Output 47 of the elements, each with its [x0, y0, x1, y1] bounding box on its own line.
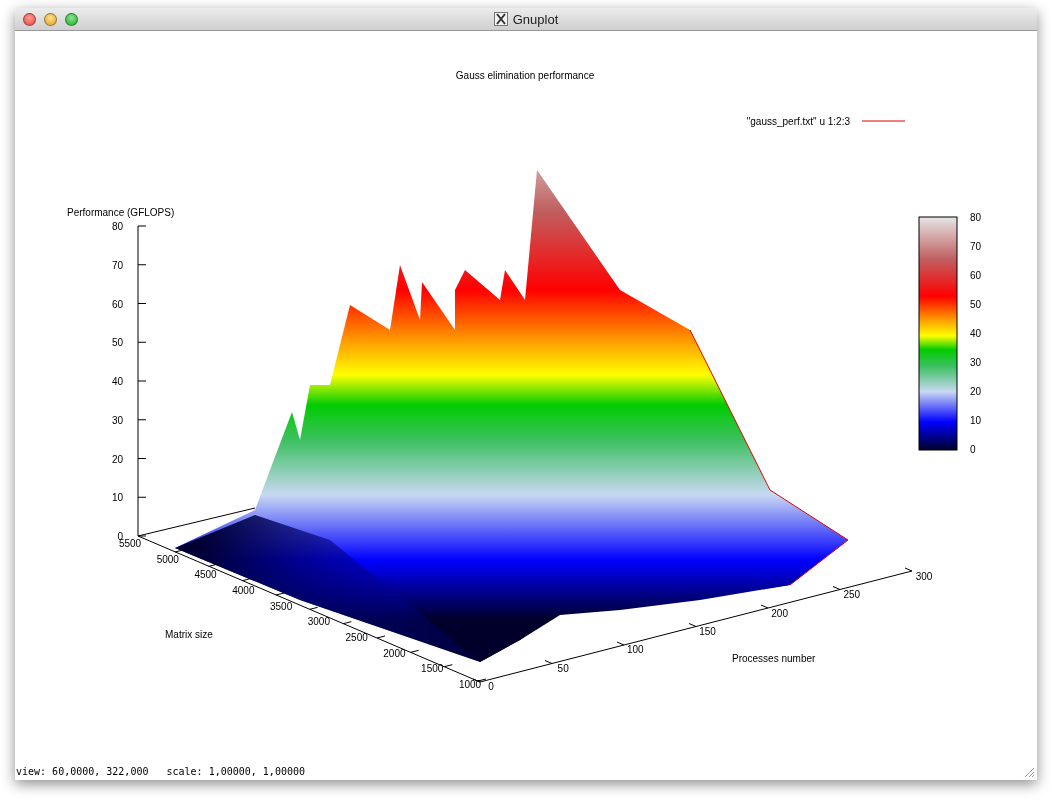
axis-tick-label: 0	[488, 681, 494, 692]
axis-tick-label: 5500	[118, 538, 142, 549]
axis-tick-label: 30	[111, 414, 123, 426]
minimize-button[interactable]	[44, 12, 57, 26]
legend-label: "gauss_perf.txt" u 1:2:3	[746, 116, 850, 127]
axis-tick-label: 3000	[307, 616, 330, 628]
axis-tick-label: 30	[970, 357, 982, 368]
axis-tick-label: 80	[970, 212, 982, 223]
axis-tick-label: 40	[970, 328, 982, 339]
axis-tick-label: 10	[970, 415, 982, 426]
axis-tick-label: 80	[111, 221, 123, 232]
axis-tick-label: 1000	[458, 679, 482, 690]
axis-tick-label: 50	[970, 299, 982, 310]
legend-line	[861, 120, 906, 122]
axis-tick-label: 2500	[345, 632, 368, 643]
axis-tick-label: 150	[699, 626, 716, 637]
axis-tick-label: 70	[970, 241, 982, 252]
axis-tick-label: 60	[111, 298, 123, 310]
status-text: view: 60,0000, 322,000 scale: 1,00000, 1,00000	[15, 765, 305, 779]
axis-tick-label: 4000	[232, 585, 255, 596]
axis-tick-label: 70	[111, 259, 123, 271]
axis-tick-label: 20	[970, 386, 982, 397]
axis-label: Performance (GFLOPS)	[67, 207, 175, 218]
window-title: Gnuplot	[512, 11, 559, 27]
close-button[interactable]	[23, 12, 36, 26]
axis-tick-label: 40	[111, 376, 123, 387]
axis-tick-label: 0	[970, 444, 976, 455]
axis-tick-label: 20	[111, 453, 123, 465]
resize-grip-icon[interactable]	[1023, 766, 1035, 778]
axis-tick-label: 250	[843, 589, 861, 601]
zoom-button[interactable]	[65, 12, 78, 26]
axis-tick-label: 200	[771, 607, 788, 619]
axis-tick-label: 3500	[270, 600, 293, 612]
axis-tick-label: 100	[627, 644, 644, 656]
axis-tick-label: 50	[111, 337, 123, 349]
axis-tick-label: 60	[970, 270, 982, 281]
axis-tick-label: 2000	[383, 647, 406, 659]
chart-title: Gauss elimination performance	[455, 70, 595, 81]
axis-tick-label: 4500	[194, 569, 217, 581]
axis-label: Matrix size	[165, 629, 213, 640]
axis-tick-label: 50	[557, 662, 569, 674]
axis-tick-label: 5000	[156, 553, 179, 565]
axis-tick-label: 300	[915, 571, 933, 582]
axis-tick-label: 10	[111, 492, 123, 504]
axis-label: Processes number	[732, 653, 816, 664]
x11-icon	[493, 12, 508, 26]
axis-tick-label: 1500	[421, 663, 444, 675]
